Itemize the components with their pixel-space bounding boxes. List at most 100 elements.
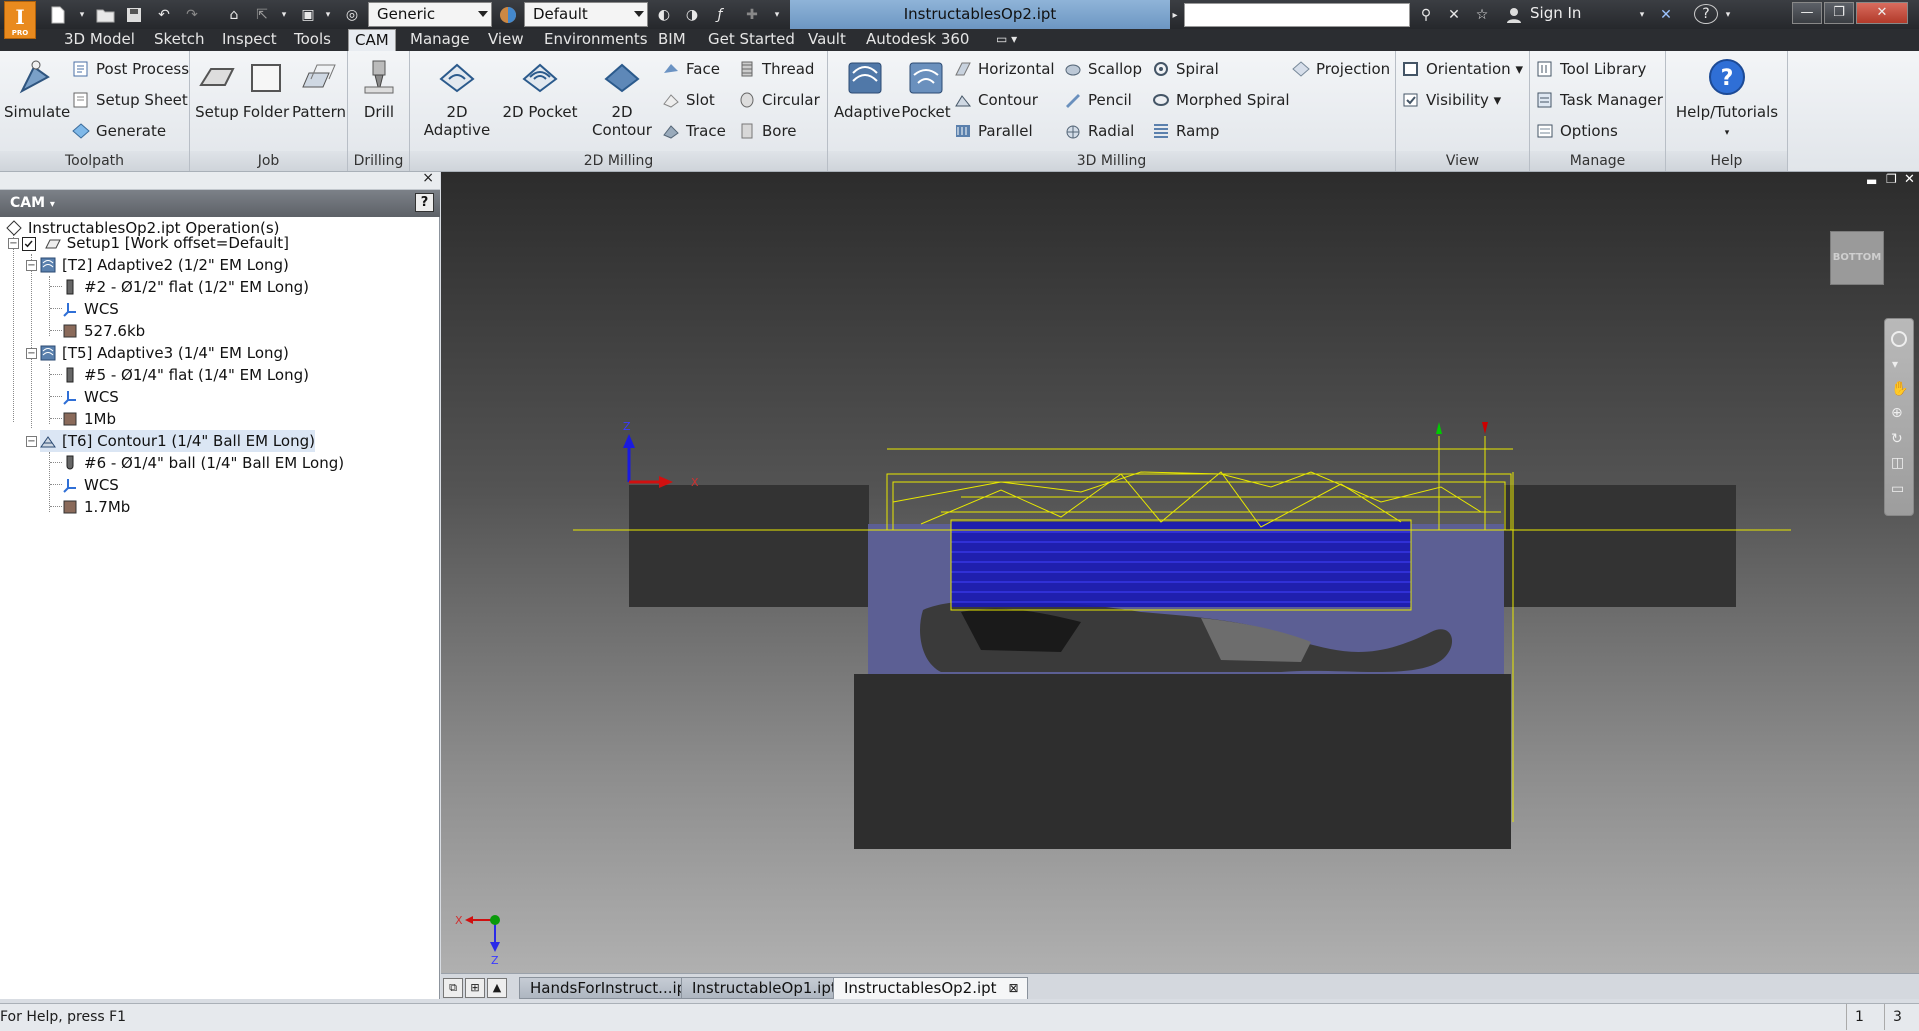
setup-button[interactable]: Setup [194,57,240,121]
nav-dropdown-icon[interactable]: ▾ [1892,357,1898,371]
tab-environments[interactable]: Environments [538,29,654,51]
bore-button[interactable]: Bore [738,121,797,141]
tree-size-item[interactable]: 527.6kb [62,320,145,342]
minimize-button[interactable]: — [1792,2,1822,24]
undo-icon[interactable]: ↶ [152,4,176,26]
thread-button[interactable]: Thread [738,59,814,79]
visibility-dropdown[interactable]: Visibility ▾ [1402,90,1501,110]
tab-manage[interactable]: Manage [404,29,476,51]
measure-icon[interactable]: ✚ [740,4,764,26]
adaptive-button[interactable]: Adaptive [834,57,900,121]
tab-autodesk-360[interactable]: Autodesk 360 [860,29,975,51]
pocket-button[interactable]: Pocket [898,57,954,121]
tab-get-started[interactable]: Get Started [702,29,801,51]
chevron-down-icon[interactable]: ▾ [322,4,334,26]
setup-sheet-button[interactable]: Setup Sheet [72,90,188,110]
expand-icon[interactable]: ▸ [1170,4,1180,26]
tab-handsforinstruct[interactable]: HandsForInstruct...ipt [519,977,704,999]
star-icon[interactable]: ☆ [1470,4,1494,26]
tab-instructablesop2[interactable]: InstructablesOp2.ipt ⊠ [833,977,1028,999]
clear-appearance-icon[interactable]: ◑ [680,4,704,26]
tab-instructableop1[interactable]: InstructableOp1.ipt [681,977,848,999]
tile-icon[interactable]: ⊞ [465,978,485,998]
face-button[interactable]: Face [662,59,720,79]
generate-button[interactable]: Generate [72,121,166,141]
options-button[interactable]: Options [1536,121,1618,141]
parameters-icon[interactable]: ƒ [708,4,732,26]
viewport-restore-icon[interactable]: ❐ [1886,172,1897,186]
tab-sketch[interactable]: Sketch [148,29,211,51]
tab-bim[interactable]: BIM [652,29,692,51]
material-combo[interactable]: Generic [368,2,492,27]
customize-icon[interactable]: ▾ [770,4,784,26]
search-input[interactable] [1184,3,1410,27]
appearance-icon[interactable] [496,4,520,26]
horizontal-button[interactable]: Horizontal [954,59,1055,79]
collapse-icon[interactable]: − [26,348,37,359]
tree-wcs-item[interactable]: WCS [62,386,119,408]
tree-operation-item[interactable]: [T5] Adaptive3 (1/4" EM Long) [40,342,289,364]
graphics-viewport[interactable]: Z X Z X ▬ ❐ ✕ [441,172,1919,973]
slot-button[interactable]: Slot [662,90,715,110]
adjust-icon[interactable]: ◐ [652,4,676,26]
look-at-icon[interactable]: ◫ [1891,455,1904,471]
task-manager-button[interactable]: Task Manager [1536,90,1663,110]
tree-setup-item[interactable]: Setup1 [Work offset=Default] [22,232,289,254]
open-documents-icon[interactable]: ▲ [487,978,507,998]
chevron-down-icon[interactable]: ▾ [1636,4,1648,26]
return-icon[interactable]: ⇱ [250,4,274,26]
viewport-minimize-icon[interactable]: ▬ [1866,174,1877,188]
circular-button[interactable]: Circular [738,90,820,110]
post-process-button[interactable]: Post Process [72,59,189,79]
morphed-spiral-button[interactable]: Morphed Spiral [1152,90,1290,110]
pencil-button[interactable]: Pencil [1064,90,1132,110]
trace-button[interactable]: Trace [662,121,726,141]
open-file-icon[interactable] [94,4,118,26]
application-menu-button[interactable]: I PRO [4,1,36,39]
pan-icon[interactable]: ✋ [1891,381,1908,397]
spiral-button[interactable]: Spiral [1152,59,1219,79]
help-tutorials-button[interactable]: ? Help/Tutorials ▾ [1668,57,1786,139]
steering-wheel-icon[interactable] [1891,331,1907,347]
scallop-button[interactable]: Scallop [1064,59,1142,79]
appearance-combo[interactable]: Default [524,2,648,27]
tab-vault[interactable]: Vault [802,29,852,51]
tool-library-button[interactable]: Tool Library [1536,59,1646,79]
tab-tools[interactable]: Tools [288,29,337,51]
projection-button[interactable]: Projection [1292,59,1390,79]
checkbox-icon[interactable] [22,237,36,251]
tree-tool-item[interactable]: #5 - Ø1/4" flat (1/4" EM Long) [62,364,309,386]
ribbon-display-icon[interactable]: ▭ ▾ [990,29,1023,51]
viewport-close-icon[interactable]: ✕ [1904,172,1915,187]
redo-icon[interactable]: ↷ [180,4,204,26]
tab-inspect[interactable]: Inspect [216,29,283,51]
ramp-button[interactable]: Ramp [1152,121,1219,141]
radial-button[interactable]: Radial [1064,121,1134,141]
browser-help-icon[interactable]: ? [415,193,434,212]
tree-size-item[interactable]: 1.7Mb [62,496,130,518]
tab-view[interactable]: View [482,29,530,51]
close-icon[interactable]: × [422,170,434,186]
parallel-button[interactable]: Parallel [954,121,1033,141]
close-window-button[interactable]: ✕ [1856,2,1908,24]
tree-tool-item[interactable]: #2 - Ø1/2" flat (1/2" EM Long) [62,276,309,298]
2d-adaptive-button[interactable]: 2D Adaptive [414,57,500,139]
tree-operation-item[interactable]: [T6] Contour1 (1/4" Ball EM Long) [40,430,315,452]
new-file-icon[interactable] [46,4,70,26]
close-tab-icon[interactable]: ⊠ [1009,978,1019,998]
collapse-icon[interactable]: − [26,260,37,271]
autodesk-x-icon[interactable]: ✕ [1654,4,1678,26]
sign-in-link[interactable]: Sign In [1530,4,1581,22]
select-icon[interactable]: ▣ [296,4,320,26]
collapse-icon[interactable]: − [8,238,19,249]
cam-browser-dropdown[interactable]: CAM ▾ ? [0,190,440,217]
chevron-down-icon[interactable]: ▾ [76,4,88,26]
tree-wcs-item[interactable]: WCS [62,298,119,320]
cascade-icon[interactable]: ⧉ [443,978,463,998]
drill-button[interactable]: Drill [354,57,404,121]
home-icon[interactable]: ⌂ [222,4,246,26]
2d-contour-button[interactable]: 2D Contour [580,57,664,139]
material-icon[interactable]: ◎ [340,4,364,26]
restore-button[interactable]: ❐ [1824,2,1854,24]
collapse-icon[interactable]: − [26,436,37,447]
